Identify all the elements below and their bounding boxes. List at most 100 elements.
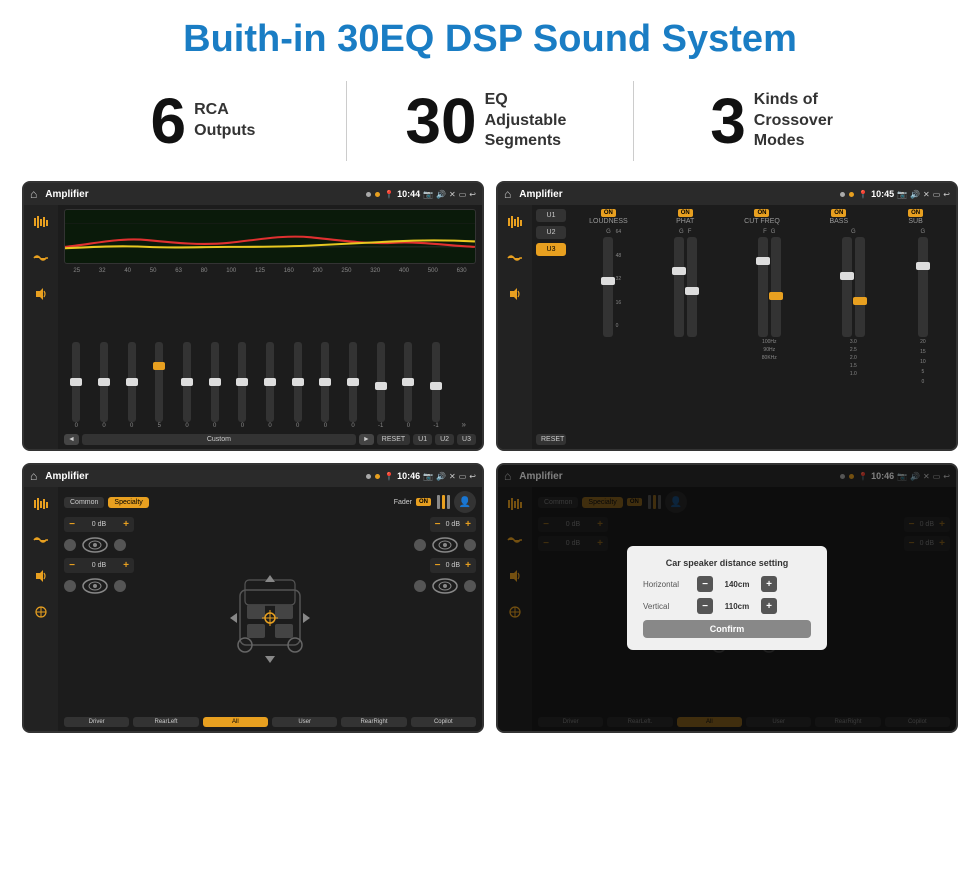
stat-rca-number: 6	[151, 89, 187, 153]
close-icon-3: ✕	[449, 472, 456, 481]
fader-main: Common Specialty Fader ON 👤 −	[58, 487, 482, 731]
horizontal-minus-btn[interactable]: −	[697, 576, 713, 592]
eq-slider-12: 0	[396, 342, 421, 429]
user-icon-3[interactable]: 👤	[454, 491, 476, 513]
screen-eq: ⌂ Amplifier 📍 10:44 📷 🔊 ✕ ▭ ↩	[22, 181, 484, 451]
vertical-plus-btn[interactable]: +	[761, 598, 777, 614]
fader-top: Common Specialty Fader ON 👤	[64, 491, 476, 513]
rearleft-btn[interactable]: RearLeft	[133, 717, 198, 727]
db-control-1: − 0 dB +	[64, 517, 134, 532]
stat-rca: 6 RCAOutputs	[60, 89, 346, 153]
eq-custom-btn[interactable]: Custom	[82, 434, 356, 445]
eq-slider-3: 5	[147, 342, 172, 429]
eq-slider-8: 0	[285, 342, 310, 429]
eq-reset-btn[interactable]: RESET	[377, 434, 410, 445]
eq-u3-btn[interactable]: U3	[457, 434, 476, 445]
db-plus-4[interactable]: +	[462, 560, 474, 571]
crossover-reset-btn[interactable]: RESET	[536, 434, 566, 445]
speaker-icon-2[interactable]	[504, 283, 526, 305]
fader-bottom: Driver RearLeft All User RearRight Copil…	[64, 717, 476, 727]
speaker-icon-l2	[80, 577, 110, 595]
preset-u2-btn[interactable]: U2	[536, 226, 566, 239]
vertical-label: Vertical	[643, 602, 693, 611]
preset-u1-btn[interactable]: U1	[536, 209, 566, 222]
screen-distance: ⌂ Amplifier 📍 10:46 📷 🔊 ✕ ▭ ↩	[496, 463, 958, 733]
eq-more[interactable]: »	[451, 420, 476, 429]
vertical-value: 110cm	[717, 602, 757, 611]
db-minus-2[interactable]: −	[66, 560, 78, 571]
eq-icon-2[interactable]	[504, 211, 526, 233]
horizontal-plus-btn[interactable]: +	[761, 576, 777, 592]
preset-u3-btn[interactable]: U3	[536, 243, 566, 256]
eq-slider-6: 0	[230, 342, 255, 429]
fader-content: − 0 dB +	[64, 517, 476, 713]
eq-next-btn[interactable]: ►	[359, 434, 374, 445]
eq-slider-11: -1	[368, 342, 393, 429]
back-icon-2: ↩	[943, 190, 950, 199]
speaker-dot-r3	[414, 580, 426, 592]
eq-icon-3[interactable]	[30, 493, 52, 515]
speaker-icon[interactable]	[30, 283, 52, 305]
user-btn[interactable]: User	[272, 717, 337, 727]
stats-row: 6 RCAOutputs 30 EQ AdjustableSegments 3 …	[0, 71, 980, 177]
wave-icon-2[interactable]	[504, 247, 526, 269]
time-1: 10:44	[397, 189, 420, 199]
db-plus-3[interactable]: +	[462, 519, 474, 530]
wave-icon[interactable]	[30, 247, 52, 269]
stat-eq-text: EQ AdjustableSegments	[485, 90, 575, 152]
home-icon-2[interactable]: ⌂	[504, 187, 511, 201]
wave-icon-3[interactable]	[30, 529, 52, 551]
phat-toggle[interactable]: ON	[678, 209, 693, 217]
eq-slider-1: 0	[92, 342, 117, 429]
car-diagram	[225, 560, 315, 670]
copilot-btn[interactable]: Copilot	[411, 717, 476, 727]
stat-crossover-number: 3	[710, 89, 746, 153]
db-minus-4[interactable]: −	[432, 560, 444, 571]
crossover-presets: U1 U2 U3 RESET	[536, 209, 566, 445]
home-icon-3[interactable]: ⌂	[30, 469, 37, 483]
location-icon-2: 📍	[858, 190, 868, 199]
specialty-tab[interactable]: Specialty	[108, 497, 148, 508]
sub-toggle[interactable]: ON	[908, 209, 923, 217]
screen3-sidebar	[24, 487, 58, 731]
window-icon-2: ▭	[933, 190, 941, 199]
screen-crossover: ⌂ Amplifier 📍 10:45 📷 🔊 ✕ ▭ ↩	[496, 181, 958, 451]
eq-icon[interactable]	[30, 211, 52, 233]
speaker-icon-3[interactable]	[30, 565, 52, 587]
fader-toggle[interactable]: ON	[416, 498, 431, 506]
driver-btn[interactable]: Driver	[64, 717, 129, 727]
eq-u1-btn[interactable]: U1	[413, 434, 432, 445]
rearright-btn[interactable]: RearRight	[341, 717, 406, 727]
eq-graph	[64, 209, 476, 264]
all-btn[interactable]: All	[203, 717, 268, 727]
home-icon-1[interactable]: ⌂	[30, 187, 37, 201]
screen2-content: U1 U2 U3 RESET ON LOUDNESS ON	[498, 205, 956, 449]
eq-slider-7: 0	[258, 342, 283, 429]
camera-icon-1: 📷	[423, 190, 433, 199]
eq-slider-13: -1	[424, 342, 449, 429]
db-plus-1[interactable]: +	[120, 519, 132, 530]
confirm-button[interactable]: Confirm	[643, 620, 811, 638]
common-tab[interactable]: Common	[64, 497, 104, 508]
db-minus-3[interactable]: −	[432, 519, 444, 530]
balance-icon-3[interactable]	[30, 601, 52, 623]
screen-fader: ⌂ Amplifier 📍 10:46 📷 🔊 ✕ ▭ ↩	[22, 463, 484, 733]
loudness-toggle[interactable]: ON	[601, 209, 616, 217]
dot-3b	[375, 474, 380, 479]
stat-eq-number: 30	[405, 89, 476, 153]
db-minus-1[interactable]: −	[66, 519, 78, 530]
camera-icon-2: 📷	[897, 190, 907, 199]
dialog-overlay: Car speaker distance setting Horizontal …	[498, 465, 956, 731]
cutfreq-toggle[interactable]: ON	[754, 209, 769, 217]
time-3: 10:46	[397, 471, 420, 481]
eq-u2-btn[interactable]: U2	[435, 434, 454, 445]
eq-slider-9: 0	[313, 342, 338, 429]
db-plus-2[interactable]: +	[120, 560, 132, 571]
eq-prev-btn[interactable]: ◄	[64, 434, 79, 445]
app-title-3: Amplifier	[45, 471, 362, 482]
bass-toggle[interactable]: ON	[831, 209, 846, 217]
camera-icon-3: 📷	[423, 472, 433, 481]
speaker-dot-l4	[114, 580, 126, 592]
stat-rca-text: RCAOutputs	[194, 100, 255, 142]
vertical-minus-btn[interactable]: −	[697, 598, 713, 614]
